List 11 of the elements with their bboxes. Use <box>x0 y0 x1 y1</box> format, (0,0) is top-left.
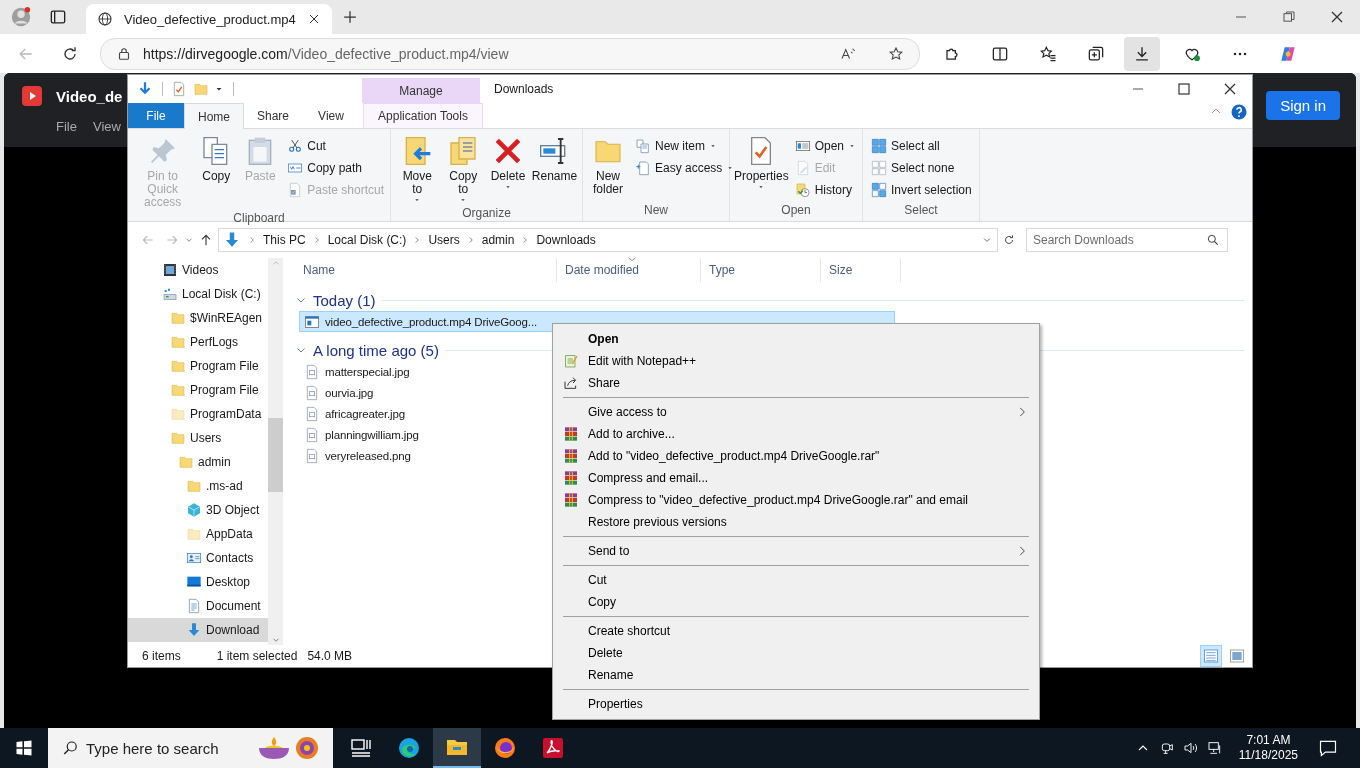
selection-size: 54.0 MB <box>307 649 353 663</box>
item-count: 6 items <box>142 649 181 663</box>
group-label: New <box>643 203 669 219</box>
selection-count: 1 item selected <box>216 649 298 663</box>
group-label: Clipboard <box>232 211 286 225</box>
window-title: Downloads <box>494 82 554 96</box>
group-label: Select <box>903 203 939 219</box>
group-label: Open <box>780 203 812 219</box>
page-title: Video_de <box>56 87 123 105</box>
group-label: Organize <box>461 206 512 221</box>
context-group-label: Manage <box>362 78 480 103</box>
